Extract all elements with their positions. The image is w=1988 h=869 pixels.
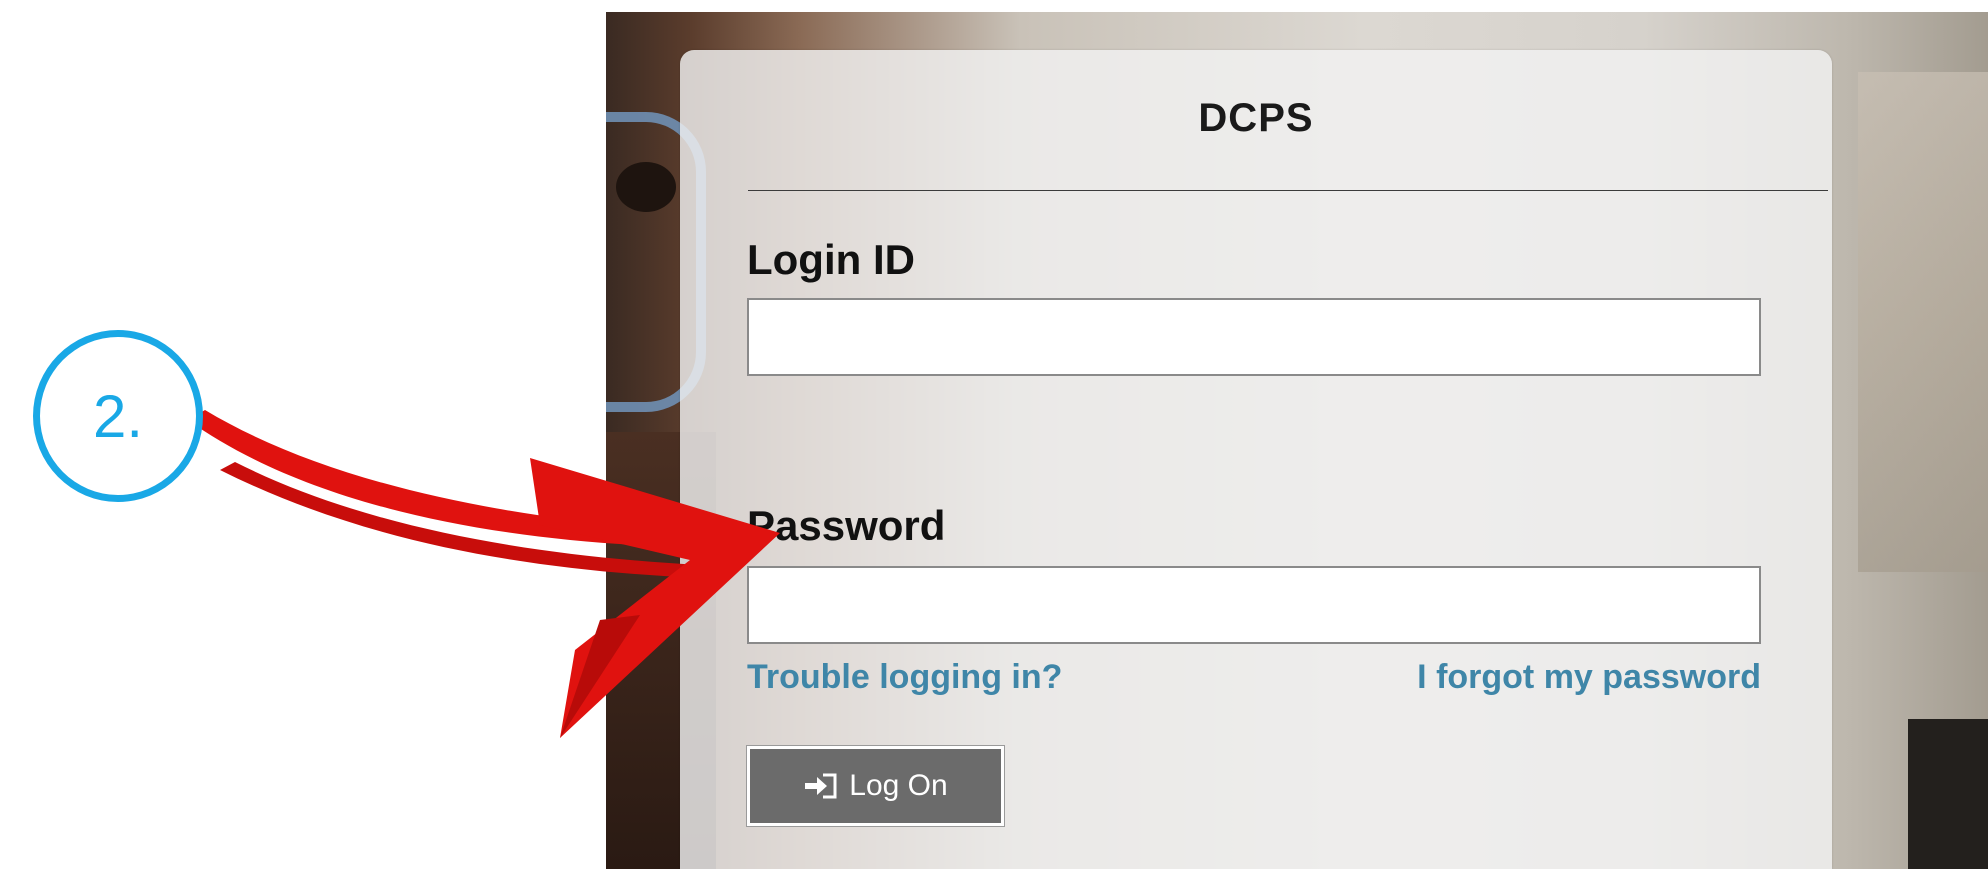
trouble-logging-in-link[interactable]: Trouble logging in? [747, 658, 1062, 697]
login-card: DCPS Login ID Password Trouble logging i… [680, 50, 1832, 869]
background-dark-corner [1908, 719, 1988, 869]
password-input[interactable] [747, 566, 1761, 644]
forgot-password-link[interactable]: I forgot my password [1417, 658, 1761, 697]
title-divider [748, 190, 1828, 191]
card-title: DCPS [1198, 96, 1314, 140]
password-label: Password [747, 502, 946, 549]
login-id-input[interactable] [747, 298, 1761, 376]
screenshot-canvas: DCPS Login ID Password Trouble logging i… [0, 0, 1988, 869]
background-shelf [1858, 72, 1988, 572]
log-on-button[interactable]: Log On [747, 746, 1004, 826]
log-on-label: Log On [849, 769, 948, 802]
step-number-badge: 2. [33, 330, 203, 502]
step-number-label: 2. [92, 382, 144, 450]
login-id-label: Login ID [747, 236, 915, 283]
sign-in-icon [803, 772, 839, 800]
